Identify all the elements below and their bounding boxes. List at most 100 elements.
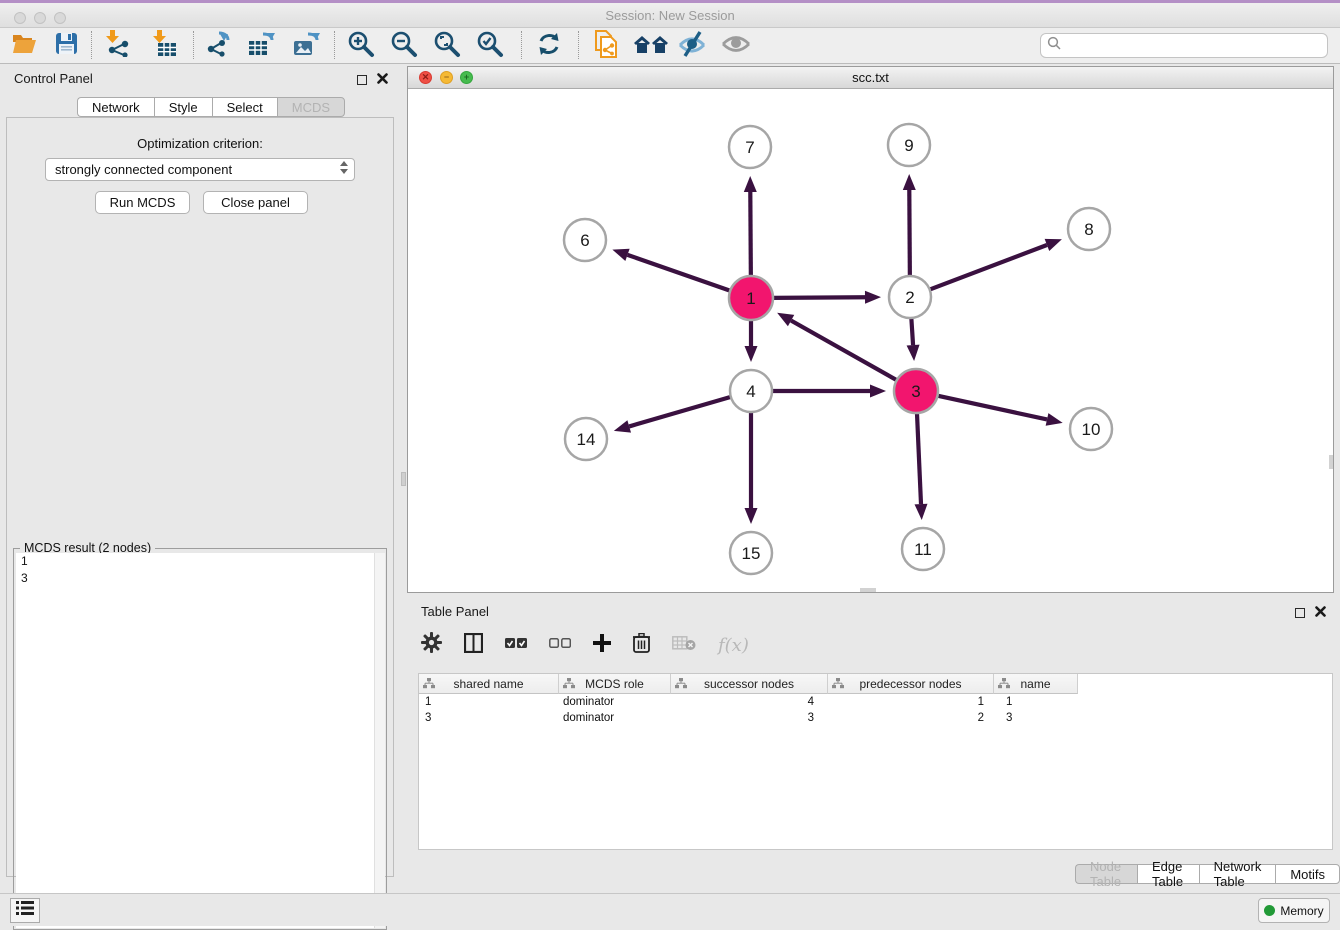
zoom-in-button[interactable] (345, 30, 377, 62)
search-input[interactable] (1065, 38, 1327, 53)
close-table-panel-icon[interactable] (1315, 604, 1326, 622)
graph-node-8[interactable]: 8 (1068, 208, 1110, 250)
delete-table-button[interactable] (672, 635, 696, 656)
graph-node-10[interactable]: 10 (1070, 408, 1112, 450)
graph-edge-1-7[interactable] (750, 192, 751, 276)
float-table-panel-icon[interactable] (1295, 608, 1305, 618)
graph-node-4[interactable]: 4 (730, 370, 772, 412)
float-panel-icon[interactable] (357, 75, 367, 85)
canvas-horizontal-handle[interactable] (860, 588, 876, 592)
table-cell[interactable]: dominator (559, 710, 671, 726)
table-cell[interactable]: 1 (419, 694, 559, 710)
maximize-window-button[interactable] (54, 12, 66, 24)
optimization-select[interactable]: strongly connected component (45, 158, 355, 181)
node-table[interactable]: shared nameMCDS rolesuccessor nodesprede… (418, 673, 1333, 850)
home-layout-button[interactable] (632, 30, 672, 62)
import-network-button[interactable] (102, 30, 134, 62)
tab-mcds[interactable]: MCDS (277, 97, 345, 117)
network-from-file-button[interactable] (590, 30, 622, 62)
graph-edge-1-6[interactable] (627, 255, 730, 291)
graph-node-15[interactable]: 15 (730, 532, 772, 574)
table-cell[interactable]: 1 (828, 694, 994, 710)
graph-edge-3-11[interactable] (917, 413, 921, 504)
graph-node-9[interactable]: 9 (888, 124, 930, 166)
tab-style[interactable]: Style (154, 97, 212, 117)
deselect-all-button[interactable] (549, 636, 571, 654)
close-panel-button[interactable]: Close panel (203, 191, 308, 214)
table-cell[interactable]: 3 (419, 710, 559, 726)
task-history-button[interactable] (10, 898, 40, 923)
graph-edge-2-9[interactable] (909, 190, 910, 276)
splitter-handle[interactable] (401, 472, 406, 486)
mcds-result-list[interactable]: 13 (16, 553, 385, 928)
maximize-view-icon[interactable]: + (460, 71, 473, 84)
tab-select[interactable]: Select (212, 97, 277, 117)
search-field[interactable] (1040, 33, 1328, 58)
graph-edge-3-10[interactable] (937, 396, 1047, 420)
minimize-view-icon[interactable]: − (440, 71, 453, 84)
graph-edge-3-1[interactable] (791, 321, 897, 381)
graph-node-7[interactable]: 7 (729, 126, 771, 168)
table-cell[interactable]: 1 (994, 694, 1078, 710)
column-header-predecessor-nodes[interactable]: predecessor nodes (828, 674, 994, 694)
close-window-button[interactable] (14, 12, 26, 24)
graph-node-6[interactable]: 6 (564, 219, 606, 261)
window-controls[interactable] (14, 12, 66, 24)
table-row[interactable]: 3dominator323 (419, 710, 1332, 726)
table-cell[interactable]: 2 (828, 710, 994, 726)
network-canvas[interactable]: 7 9 6 8 1 2 4 3 14 10 15 11 (408, 89, 1333, 592)
table-cell[interactable]: 3 (994, 710, 1078, 726)
graph-edge-2-3[interactable] (911, 318, 913, 345)
export-table-button[interactable] (245, 30, 277, 62)
graph-node-3[interactable]: 3 (894, 369, 938, 413)
graph-edge-1-2[interactable] (773, 297, 865, 298)
result-scrollbar[interactable] (374, 553, 385, 928)
run-mcds-button[interactable]: Run MCDS (95, 191, 190, 214)
table-row[interactable]: 1dominator411 (419, 694, 1332, 710)
edge-arrowhead (870, 385, 886, 398)
hide-graphics-button[interactable] (676, 30, 708, 62)
column-header-shared-name[interactable]: shared name (419, 674, 559, 694)
select-all-button[interactable] (505, 636, 527, 654)
graph-node-2[interactable]: 2 (889, 276, 931, 318)
canvas-vertical-handle[interactable] (1329, 455, 1333, 469)
table-cell[interactable]: 4 (671, 694, 828, 710)
export-network-button[interactable] (202, 30, 234, 62)
table-cell[interactable]: 3 (671, 710, 828, 726)
show-columns-button[interactable] (464, 633, 483, 658)
tab-node-table[interactable]: Node Table (1075, 864, 1137, 884)
network-graph[interactable]: 7 9 6 8 1 2 4 3 14 10 15 11 (408, 89, 1333, 592)
close-view-icon[interactable]: ✕ (419, 71, 432, 84)
column-header-name[interactable]: name (994, 674, 1078, 694)
graph-node-1[interactable]: 1 (729, 276, 773, 320)
network-window-titlebar[interactable]: ✕ − + scc.txt (408, 67, 1333, 89)
column-header-successor-nodes[interactable]: successor nodes (671, 674, 828, 694)
show-graphics-button[interactable] (720, 30, 752, 62)
save-session-button[interactable] (50, 30, 82, 62)
graph-edge-4-14[interactable] (629, 397, 731, 427)
create-column-button[interactable] (593, 634, 611, 657)
table-settings-button[interactable] (421, 632, 442, 658)
tab-network-table[interactable]: Network Table (1199, 864, 1276, 884)
column-header-MCDS-role[interactable]: MCDS role (559, 674, 671, 694)
function-builder-button[interactable]: f(x) (718, 635, 749, 656)
graph-edge-2-8[interactable] (930, 245, 1047, 290)
tab-network[interactable]: Network (77, 97, 154, 117)
close-panel-icon[interactable] (377, 71, 388, 89)
graph-node-14[interactable]: 14 (565, 418, 607, 460)
import-table-button[interactable] (149, 30, 181, 62)
tab-edge-table[interactable]: Edge Table (1137, 864, 1199, 884)
table-cell[interactable]: dominator (559, 694, 671, 710)
refresh-button[interactable] (533, 30, 565, 62)
delete-column-button[interactable] (633, 633, 650, 658)
memory-button[interactable]: Memory (1258, 898, 1330, 923)
minimize-window-button[interactable] (34, 12, 46, 24)
zoom-fit-button[interactable] (431, 30, 463, 62)
open-session-button[interactable] (8, 30, 40, 62)
graph-node-11[interactable]: 11 (902, 528, 944, 570)
zoom-out-button[interactable] (388, 30, 420, 62)
zoom-selected-button[interactable] (474, 30, 506, 62)
panel-splitter[interactable] (400, 64, 407, 893)
tab-motifs[interactable]: Motifs (1275, 864, 1340, 884)
export-image-button[interactable] (290, 30, 322, 62)
